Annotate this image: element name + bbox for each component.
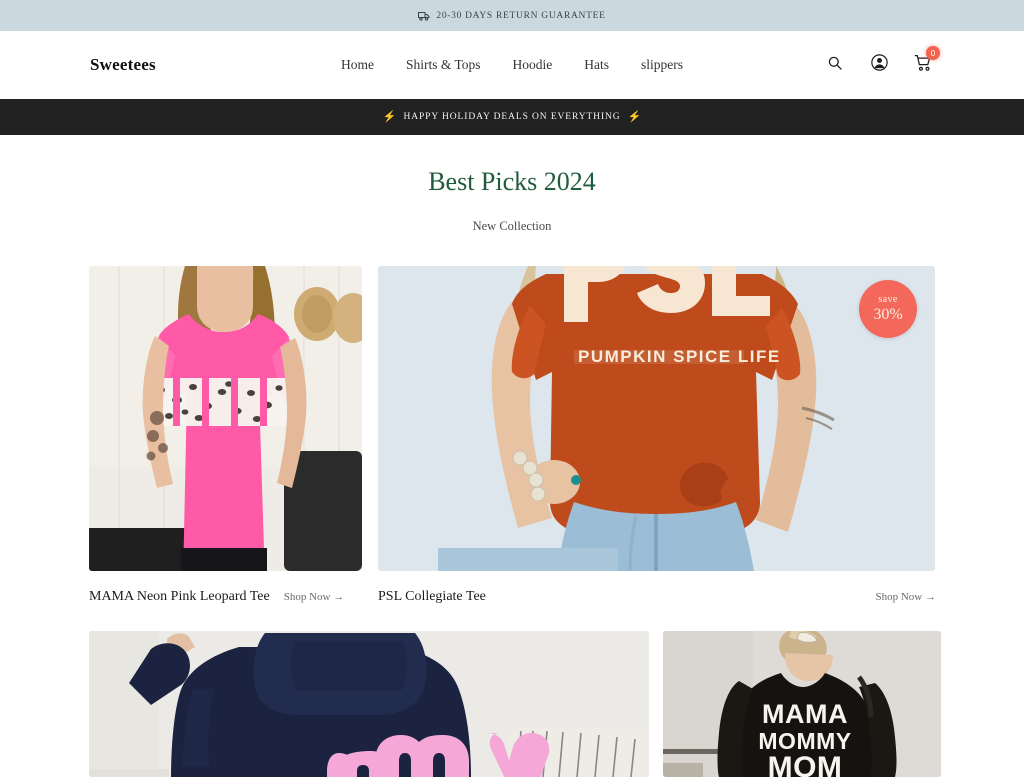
cart-count-badge: 0	[926, 46, 940, 60]
arrow-right-icon: →	[333, 591, 344, 603]
shop-now-label: Shop Now	[283, 591, 331, 603]
shop-now-link[interactable]: Shop Now →	[875, 591, 936, 603]
search-button[interactable]	[824, 54, 846, 76]
nav-item-hoodie[interactable]: Hoodie	[513, 57, 553, 73]
nav-item-shirts-and-tops[interactable]: Shirts & Tops	[406, 57, 481, 73]
page-title: Best Picks 2024	[428, 167, 596, 196]
product-caption-mama-neon-pink: MAMA Neon Pink Leopard Tee Shop Now →	[89, 571, 362, 605]
lightning-bolt-icon-left: ⚡	[382, 110, 397, 123]
svg-text:PUMPKIN SPICE LIFE: PUMPKIN SPICE LIFE	[578, 347, 781, 366]
product-row-bottom: MAMA MOMMY MOM	[89, 631, 941, 777]
product-caption-psl-collegiate: PSL Collegiate Tee Shop Now →	[378, 571, 936, 605]
section-subtitle: New Collection	[472, 219, 552, 233]
product-image-navy-hoodie[interactable]	[89, 631, 649, 777]
product-row-top: MAMA Neon Pink Leopard Tee Shop Now → PU…	[89, 266, 936, 605]
sale-badge-label: save	[878, 294, 898, 305]
svg-text:MAMA: MAMA	[762, 699, 848, 729]
site-header: Sweetees Home Shirts & Tops Hoodie Hats …	[0, 31, 1024, 99]
holiday-deals-banner: ⚡ HAPPY HOLIDAY DEALS ON EVERYTHING ⚡	[0, 99, 1024, 135]
header-actions: 0	[824, 46, 940, 76]
shop-now-label: Shop Now	[875, 591, 923, 603]
product-image-psl-collegiate[interactable]: PUMPKIN SPICE LIFE save 30%	[378, 266, 935, 571]
delivery-truck-icon	[418, 11, 430, 21]
product-name: PSL Collegiate Tee	[378, 589, 486, 604]
shop-now-link[interactable]: Shop Now →	[283, 591, 345, 603]
product-image-mama-mommy-mom[interactable]: MAMA MOMMY MOM	[663, 631, 941, 777]
site-logo[interactable]: Sweetees	[90, 55, 156, 75]
return-guarantee-bar: 20-30 DAYS RETURN GUARANTEE	[0, 0, 1024, 31]
product-image-mama-neon-pink[interactable]	[89, 266, 362, 571]
return-guarantee-text: 20-30 DAYS RETURN GUARANTEE	[436, 10, 606, 21]
search-icon	[827, 55, 843, 76]
sale-badge-value: 30%	[873, 306, 903, 323]
sale-badge: save 30%	[859, 280, 917, 338]
account-icon	[870, 54, 888, 76]
product-card-navy-hoodie[interactable]	[89, 631, 649, 777]
product-card-psl-collegiate[interactable]: PUMPKIN SPICE LIFE save 30% PSL Collegia…	[378, 266, 936, 605]
nav-item-hats[interactable]: Hats	[584, 57, 609, 73]
product-card-mama-neon-pink[interactable]: MAMA Neon Pink Leopard Tee Shop Now →	[89, 266, 362, 605]
section-header: Best Picks 2024 New Collection	[0, 135, 1024, 234]
account-button[interactable]	[868, 54, 890, 76]
nav-item-home[interactable]: Home	[341, 57, 374, 73]
product-card-mama-mommy-mom[interactable]: MAMA MOMMY MOM	[663, 631, 941, 777]
nav-item-slippers[interactable]: slippers	[641, 57, 683, 73]
arrow-right-icon: →	[925, 591, 936, 603]
cart-button[interactable]: 0	[912, 46, 940, 76]
svg-text:MOM: MOM	[768, 751, 843, 777]
product-name: MAMA Neon Pink Leopard Tee	[89, 589, 270, 604]
lightning-bolt-icon-right: ⚡	[627, 110, 642, 123]
product-grid: MAMA Neon Pink Leopard Tee Shop Now → PU…	[0, 266, 1024, 777]
holiday-deals-text: HAPPY HOLIDAY DEALS ON EVERYTHING	[403, 112, 621, 122]
